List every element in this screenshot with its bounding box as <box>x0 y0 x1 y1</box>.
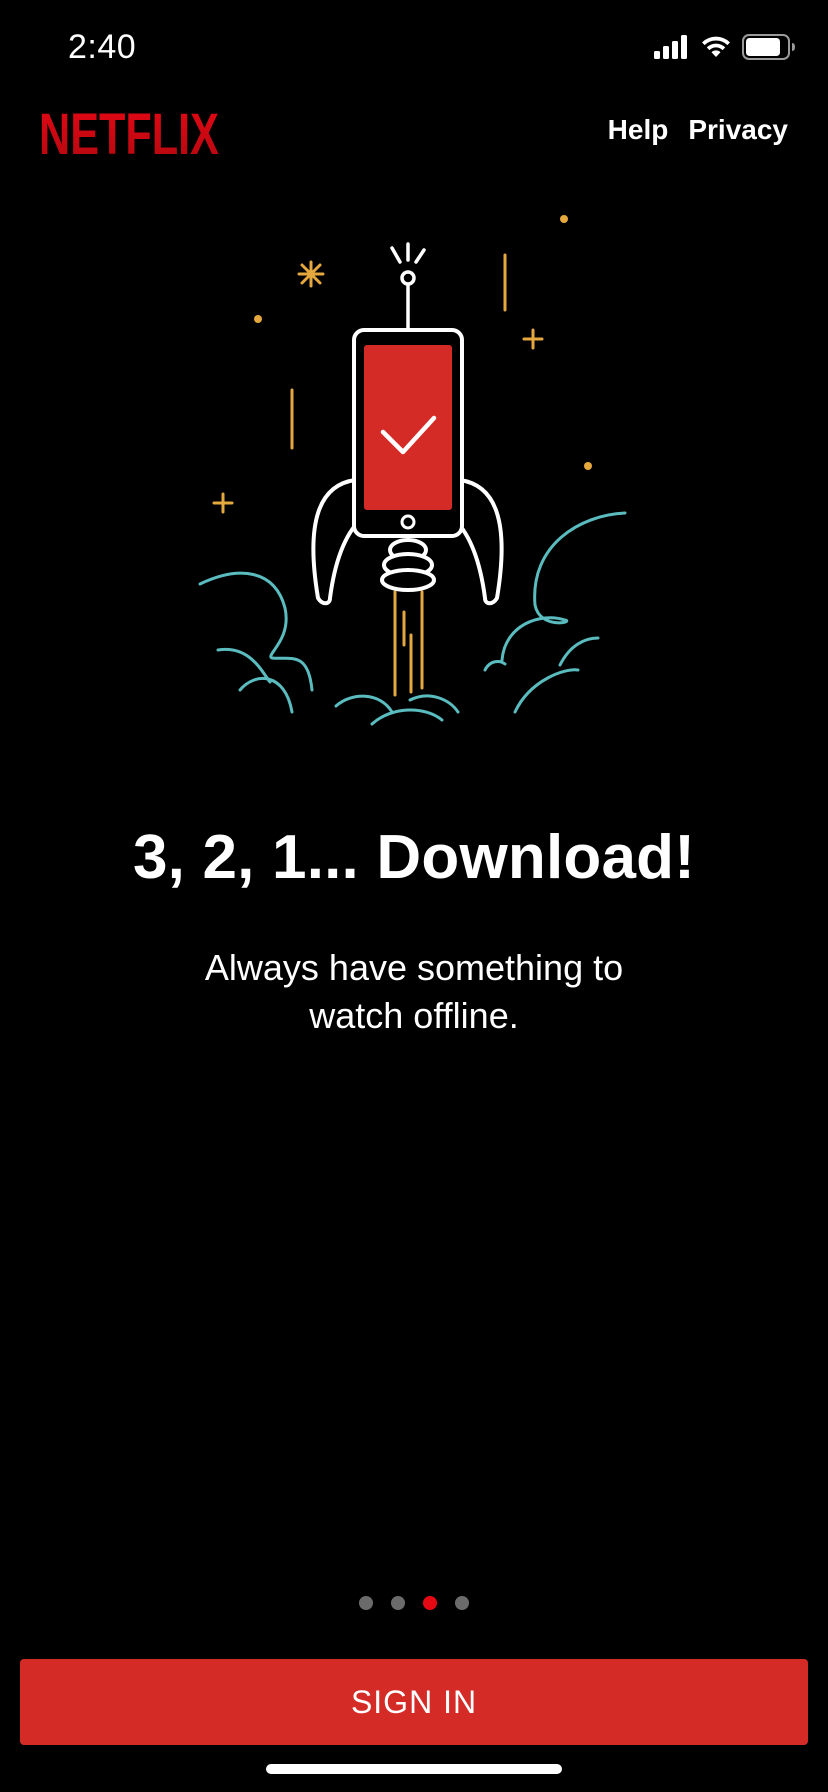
slide-headline: 3, 2, 1... Download! <box>132 823 696 892</box>
header-links: Help Privacy <box>608 114 788 146</box>
cellular-signal-icon <box>654 35 690 64</box>
wifi-icon <box>700 35 732 64</box>
page-dot-2[interactable] <box>391 1596 405 1610</box>
rocket-phone-illustration <box>190 200 650 740</box>
netflix-logo: NETFLIX <box>38 102 220 167</box>
sign-in-button[interactable]: SIGN IN <box>20 1659 808 1745</box>
status-icons <box>654 34 796 65</box>
home-indicator[interactable] <box>266 1764 562 1774</box>
battery-icon <box>742 34 796 65</box>
page-dot-1[interactable] <box>359 1596 373 1610</box>
page-indicator <box>0 1596 828 1610</box>
privacy-link[interactable]: Privacy <box>688 114 788 146</box>
slide-subtitle: Always have something to watch offline. <box>204 947 624 1036</box>
help-link[interactable]: Help <box>608 114 669 146</box>
status-bar: 2:40 <box>0 0 828 100</box>
page-dot-3-active[interactable] <box>423 1596 437 1610</box>
status-time: 2:40 <box>68 28 137 66</box>
page-dot-4[interactable] <box>455 1596 469 1610</box>
logo-text: NETFLIX <box>39 104 219 158</box>
